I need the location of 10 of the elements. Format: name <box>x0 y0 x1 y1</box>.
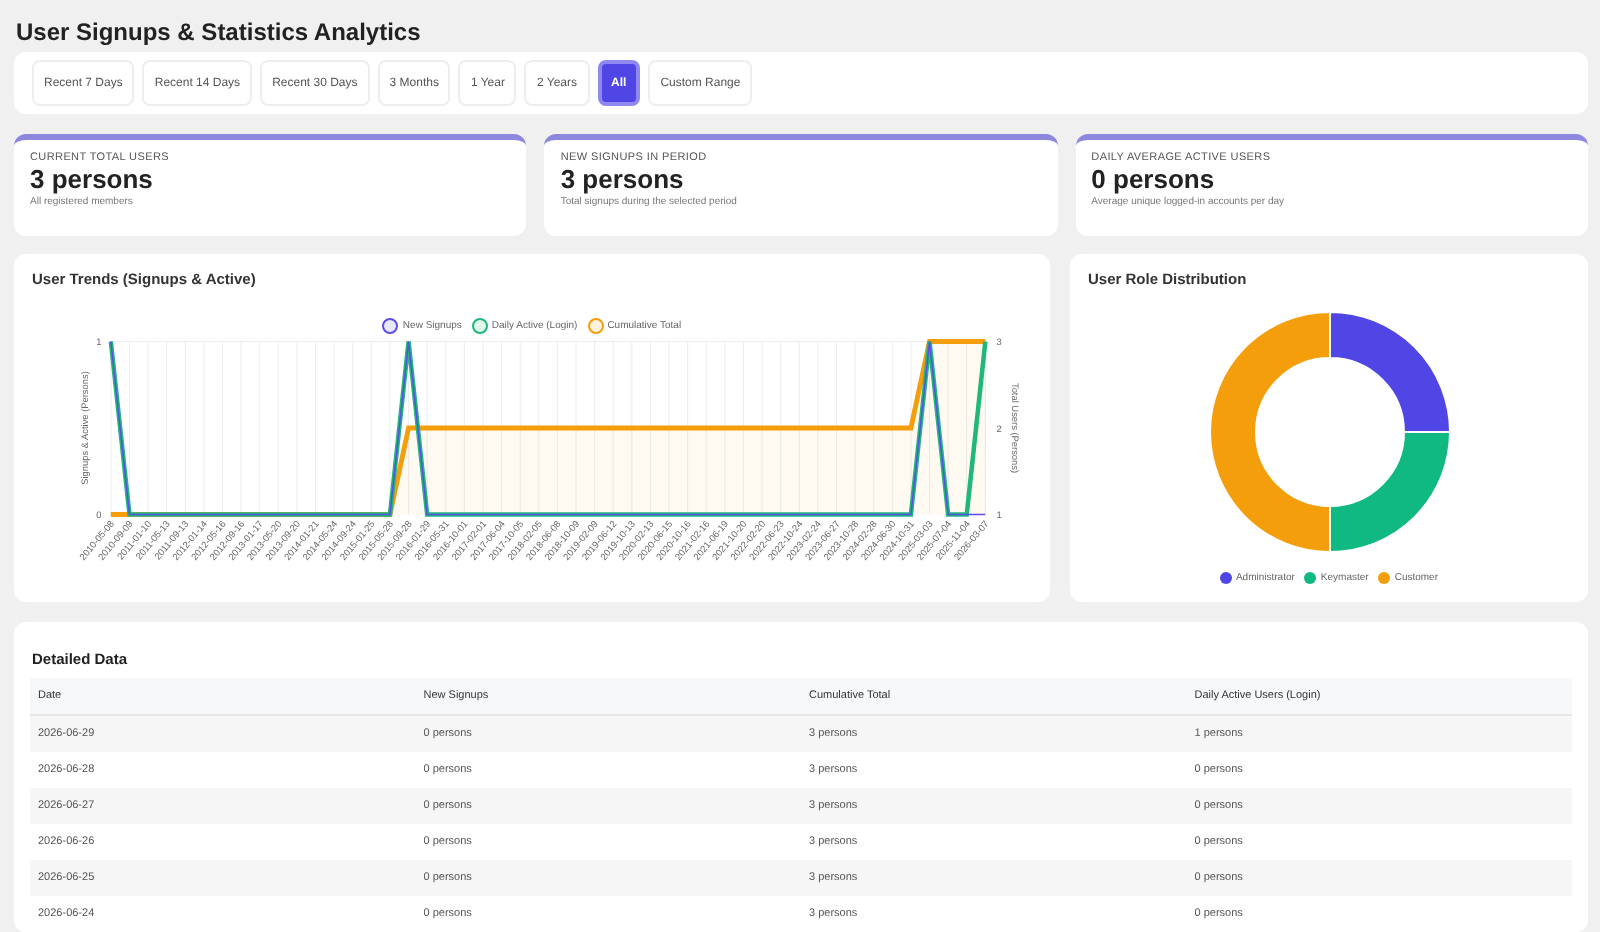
stat-value: 3 persons <box>560 166 684 194</box>
stat-value: 3 persons <box>30 166 153 194</box>
legend-dot <box>1304 572 1317 584</box>
stat-value: 0 persons <box>1091 166 1215 194</box>
page-title: User Signups & Statistics Analytics <box>16 18 421 46</box>
legend-dot <box>1219 572 1232 584</box>
legend-swatch <box>587 318 604 334</box>
legend-dot <box>1378 572 1391 584</box>
legend-swatch <box>382 318 399 334</box>
legend-swatch <box>471 318 488 334</box>
